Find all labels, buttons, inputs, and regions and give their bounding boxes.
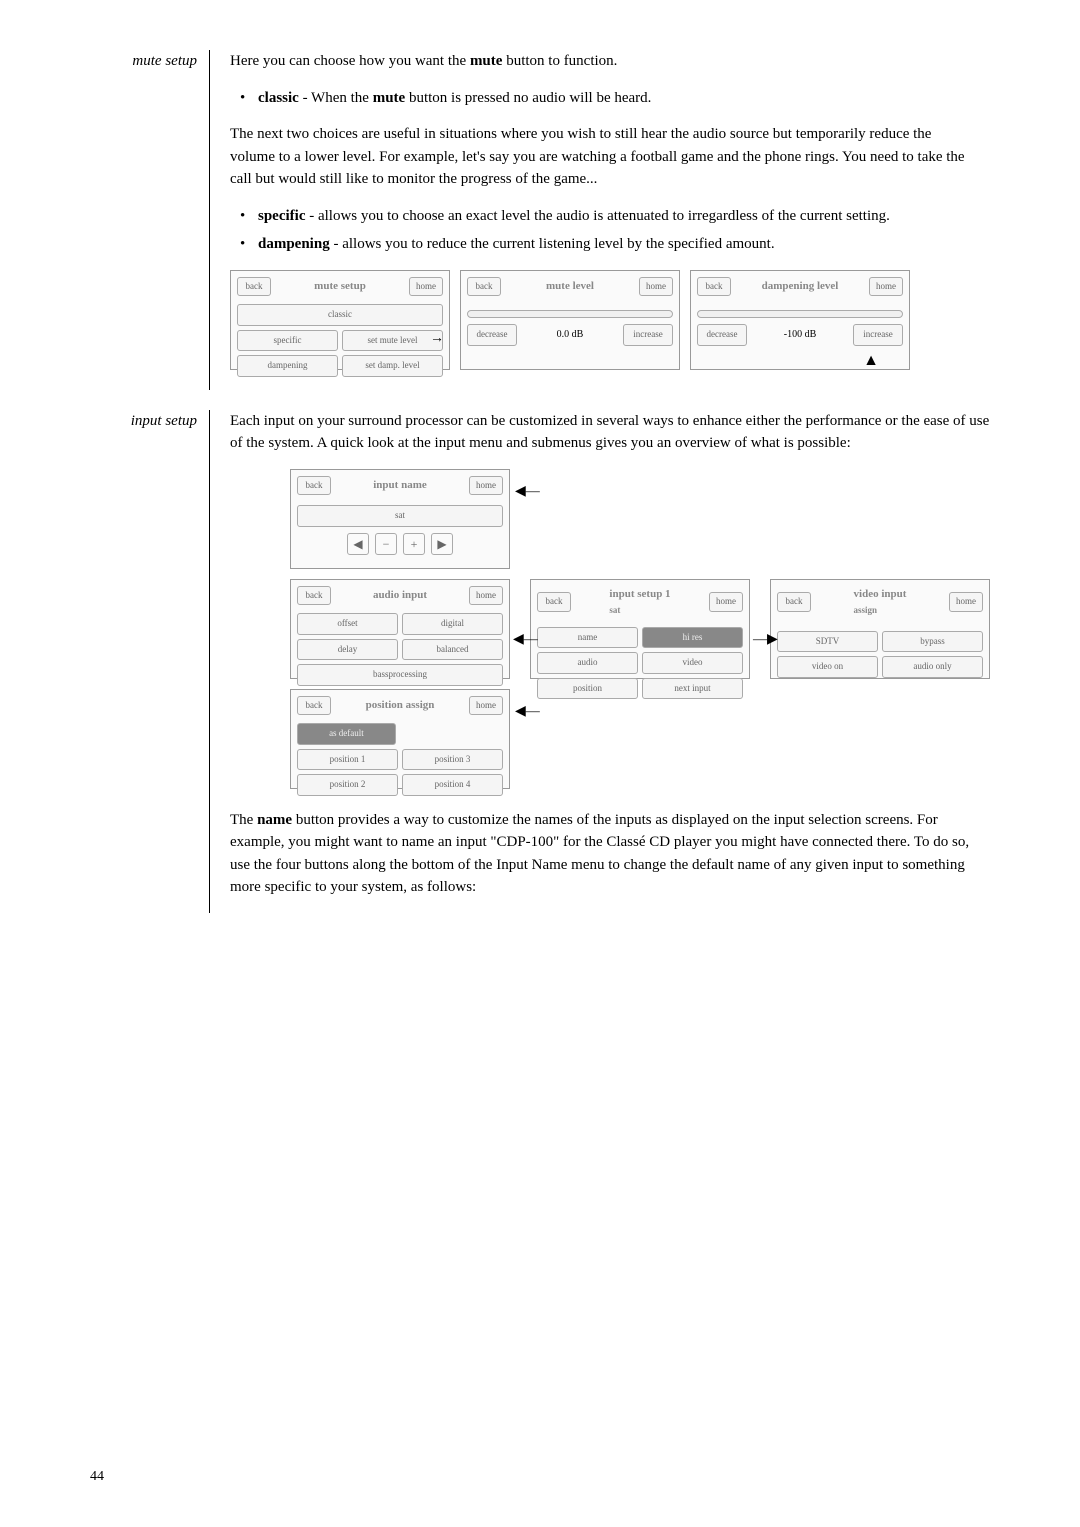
mute-section-content: Here you can choose how you want the mut…: [226, 50, 980, 390]
arrow-right-icon: —▶: [753, 629, 778, 650]
digital-button[interactable]: digital: [402, 613, 503, 635]
mute-intro: Here you can choose how you want the mut…: [230, 50, 980, 73]
screen-title: input name: [373, 477, 427, 494]
home-button[interactable]: home: [639, 277, 673, 297]
position-3-button[interactable]: position 3: [402, 749, 503, 771]
audio-only-button[interactable]: audio only: [882, 656, 983, 678]
dampening-item: dampening - allows you to reduce the cur…: [258, 233, 980, 256]
arrow-up-icon: ▲: [863, 349, 879, 373]
back-button[interactable]: back: [697, 277, 731, 297]
name-button[interactable]: name: [537, 627, 638, 649]
screen-video-input: back video inputassign home SDTV bypass …: [770, 579, 990, 679]
delay-button[interactable]: delay: [297, 639, 398, 661]
position-4-button[interactable]: position 4: [402, 774, 503, 796]
video-on-button[interactable]: video on: [777, 656, 878, 678]
home-button[interactable]: home: [869, 277, 903, 297]
home-button[interactable]: home: [469, 696, 503, 716]
next-icon[interactable]: ▶: [431, 533, 453, 555]
back-button[interactable]: back: [467, 277, 501, 297]
input-para1: Each input on your surround processor ca…: [230, 410, 990, 455]
back-button[interactable]: back: [537, 592, 571, 612]
audio-button[interactable]: audio: [537, 652, 638, 674]
prev-icon[interactable]: ◀: [347, 533, 369, 555]
classic-button[interactable]: classic: [237, 304, 443, 326]
home-button[interactable]: home: [709, 592, 743, 612]
set-mute-level-button[interactable]: set mute level: [342, 330, 443, 352]
arrow-left-icon: ◀—: [515, 701, 540, 722]
video-button[interactable]: video: [642, 652, 743, 674]
bassprocessing-button[interactable]: bassprocessing: [297, 664, 503, 686]
screen-title: video inputassign: [854, 586, 907, 619]
screen-mute-level: back mute level home decrease 0.0 dB inc…: [460, 270, 680, 370]
decrease-button[interactable]: decrease: [697, 324, 747, 346]
screen-mute-setup: back mute setup home classic specific se…: [230, 270, 450, 370]
level-slider[interactable]: [697, 310, 903, 318]
input-para2: The name button provides a way to custom…: [230, 809, 990, 899]
arrow-right-icon: →: [430, 328, 444, 349]
back-button[interactable]: back: [297, 696, 331, 716]
screen-audio-input: back audio input home offset digital del…: [290, 579, 510, 679]
bypass-button[interactable]: bypass: [882, 631, 983, 653]
screen-title: mute setup: [314, 278, 366, 295]
increase-button[interactable]: increase: [853, 324, 903, 346]
arrow-left-icon: ◀—: [513, 629, 538, 650]
balanced-button[interactable]: balanced: [402, 639, 503, 661]
classic-item: classic - When the mute button is presse…: [258, 87, 980, 110]
home-button[interactable]: home: [949, 592, 983, 612]
section-label-input: input setup: [90, 410, 210, 913]
section-label-mute: mute setup: [90, 50, 210, 390]
mute-para2: The next two choices are useful in situa…: [230, 123, 980, 191]
screen-position-assign: back position assign home as default pos…: [290, 689, 510, 789]
screen-title: position assign: [366, 697, 435, 714]
as-default-button[interactable]: as default: [297, 723, 396, 745]
home-button[interactable]: home: [469, 476, 503, 496]
sdtv-button[interactable]: SDTV: [777, 631, 878, 653]
home-button[interactable]: home: [409, 277, 443, 297]
back-button[interactable]: back: [297, 476, 331, 496]
back-button[interactable]: back: [777, 592, 811, 612]
specific-button[interactable]: specific: [237, 330, 338, 352]
screen-input-name: back input name home sat ◀ − + ▶: [290, 469, 510, 569]
position-2-button[interactable]: position 2: [297, 774, 398, 796]
back-button[interactable]: back: [237, 277, 271, 297]
set-damp-level-button[interactable]: set damp. level: [342, 355, 443, 377]
screen-dampening-level: back dampening level home decrease -100 …: [690, 270, 910, 370]
screen-title: mute level: [546, 278, 594, 295]
level-value: 0.0 dB: [557, 327, 584, 342]
position-1-button[interactable]: position 1: [297, 749, 398, 771]
minus-icon[interactable]: −: [375, 533, 397, 555]
screen-title: input setup 1sat: [609, 586, 670, 619]
decrease-button[interactable]: decrease: [467, 324, 517, 346]
level-slider[interactable]: [467, 310, 673, 318]
dampening-button[interactable]: dampening: [237, 355, 338, 377]
offset-button[interactable]: offset: [297, 613, 398, 635]
input-section-content: Each input on your surround processor ca…: [226, 410, 990, 913]
mute-screens-row: back mute setup home classic specific se…: [230, 270, 980, 370]
arrow-left-icon: ◀—: [515, 481, 540, 502]
screen-title: dampening level: [762, 278, 839, 295]
specific-item: specific - allows you to choose an exact…: [258, 205, 980, 228]
increase-button[interactable]: increase: [623, 324, 673, 346]
level-value: -100 dB: [784, 327, 817, 342]
screen-input-setup-1: back input setup 1sat home name hi res a…: [530, 579, 750, 679]
page-number: 44: [90, 1466, 104, 1487]
home-button[interactable]: home: [469, 586, 503, 606]
screen-title: audio input: [373, 587, 427, 604]
input-screens-group: back input name home sat ◀ − + ▶: [290, 469, 990, 789]
back-button[interactable]: back: [297, 586, 331, 606]
plus-icon[interactable]: +: [403, 533, 425, 555]
hires-button[interactable]: hi res: [642, 627, 743, 649]
name-field[interactable]: sat: [297, 505, 503, 527]
